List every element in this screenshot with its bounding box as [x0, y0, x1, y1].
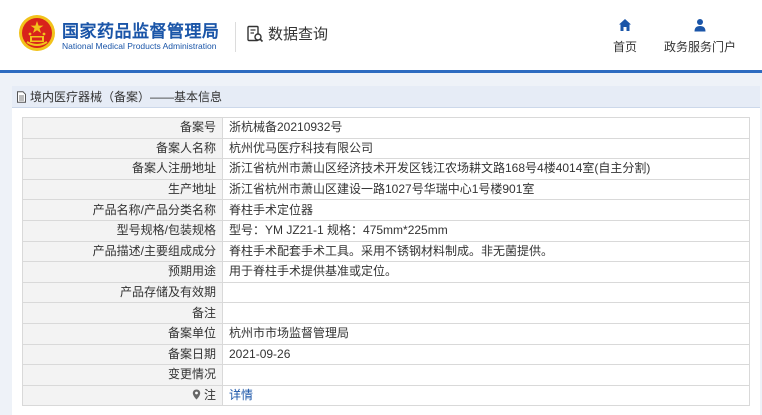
- field-value: [222, 302, 750, 324]
- user-icon: [694, 19, 706, 32]
- field-label: 产品名称/产品分类名称: [22, 199, 223, 221]
- field-label: 备注: [22, 302, 223, 324]
- location-pin-icon: [192, 389, 200, 400]
- nav-home[interactable]: 首页: [608, 18, 642, 55]
- field-label: 备案单位: [22, 322, 223, 345]
- field-label: 生产地址: [22, 178, 223, 201]
- national-emblem-icon[interactable]: [18, 14, 56, 52]
- document-icon: [17, 90, 26, 103]
- field-value: [222, 281, 750, 304]
- note-label: 注: [203, 388, 216, 403]
- document-search-icon: [247, 25, 264, 42]
- field-label: 产品存储及有效期: [22, 281, 223, 304]
- field-label: 型号规格/包装规格: [22, 219, 223, 242]
- breadcrumb: 境内医疗器械（备案）——基本信息: [12, 86, 760, 108]
- table-row: 备案人注册地址 浙江省杭州市萧山区经济技术开发区钱江农场耕文路168号4楼401…: [22, 158, 750, 180]
- table-row: 备案人名称 杭州优马医疗科技有限公司: [22, 137, 750, 160]
- field-label: 变更情况: [22, 364, 223, 386]
- breadcrumb-text: 境内医疗器械（备案）——基本信息: [30, 90, 223, 104]
- field-value: [222, 364, 750, 386]
- device-info-table: 备案号 浙杭械备20210932号 备案人名称 杭州优马医疗科技有限公司 备案人…: [22, 117, 750, 407]
- table-row: 备案单位 杭州市市场监督管理局: [22, 322, 750, 345]
- field-value: 用于脊柱手术提供基准或定位。: [222, 261, 750, 283]
- nav-home-label: 首页: [612, 40, 637, 54]
- site-header: 国家药品监督管理局 National Medical Products Admi…: [0, 0, 762, 70]
- table-row: 产品存储及有效期: [22, 281, 750, 304]
- table-row: 产品描述/主要组成成分 脊柱手术配套手术工具。采用不锈钢材料制成。非无菌提供。: [22, 240, 750, 263]
- table-row-note: 注 详情: [22, 384, 750, 407]
- field-value-note: 详情: [222, 384, 750, 407]
- table-row: 生产地址 浙江省杭州市萧山区建设一路1027号华瑞中心1号楼901室: [22, 178, 750, 201]
- field-value: 脊柱手术配套手术工具。采用不锈钢材料制成。非无菌提供。: [222, 240, 750, 263]
- field-value: 杭州优马医疗科技有限公司: [222, 137, 750, 160]
- field-label-note: 注: [22, 384, 223, 407]
- field-value: 杭州市市场监督管理局: [222, 322, 750, 345]
- field-label: 产品描述/主要组成成分: [22, 240, 223, 263]
- field-label: 备案号: [22, 117, 223, 139]
- table-row: 产品名称/产品分类名称 脊柱手术定位器: [22, 199, 750, 221]
- field-label: 备案人注册地址: [22, 158, 223, 180]
- table-row: 备注: [22, 302, 750, 324]
- table-row: 备案号 浙杭械备20210932号: [22, 117, 750, 139]
- table-row: 预期用途 用于脊柱手术提供基准或定位。: [22, 261, 750, 283]
- header-divider: [235, 22, 236, 52]
- field-value: 型号：YM JZ21-1 规格：475mm*225mm: [222, 219, 750, 242]
- field-label: 备案人名称: [22, 137, 223, 160]
- brand-subtitle[interactable]: National Medical Products Administration: [62, 41, 217, 51]
- table-row: 变更情况: [22, 364, 750, 386]
- brand-title[interactable]: 国家药品监督管理局: [62, 17, 220, 42]
- field-label: 备案日期: [22, 343, 223, 366]
- field-value: 浙江省杭州市萧山区建设一路1027号华瑞中心1号楼901室: [222, 178, 750, 201]
- field-value: 浙江省杭州市萧山区经济技术开发区钱江农场耕文路168号4楼4014室(自主分割): [222, 158, 750, 180]
- field-label: 预期用途: [22, 261, 223, 283]
- nav-service-portal[interactable]: 政务服务门户: [662, 18, 738, 55]
- data-query-link[interactable]: 数据查询: [246, 23, 328, 44]
- field-value: 2021-09-26: [222, 343, 750, 366]
- table-row: 型号规格/包装规格 型号：YM JZ21-1 规格：475mm*225mm: [22, 219, 750, 242]
- table-row: 备案日期 2021-09-26: [22, 343, 750, 366]
- data-query-label: 数据查询: [268, 26, 329, 43]
- field-value: 脊柱手术定位器: [222, 199, 750, 221]
- nav-service-portal-label: 政务服务门户: [663, 40, 736, 54]
- field-value: 浙杭械备20210932号: [222, 117, 750, 139]
- details-link[interactable]: 详情: [229, 388, 253, 402]
- home-icon: [619, 19, 631, 31]
